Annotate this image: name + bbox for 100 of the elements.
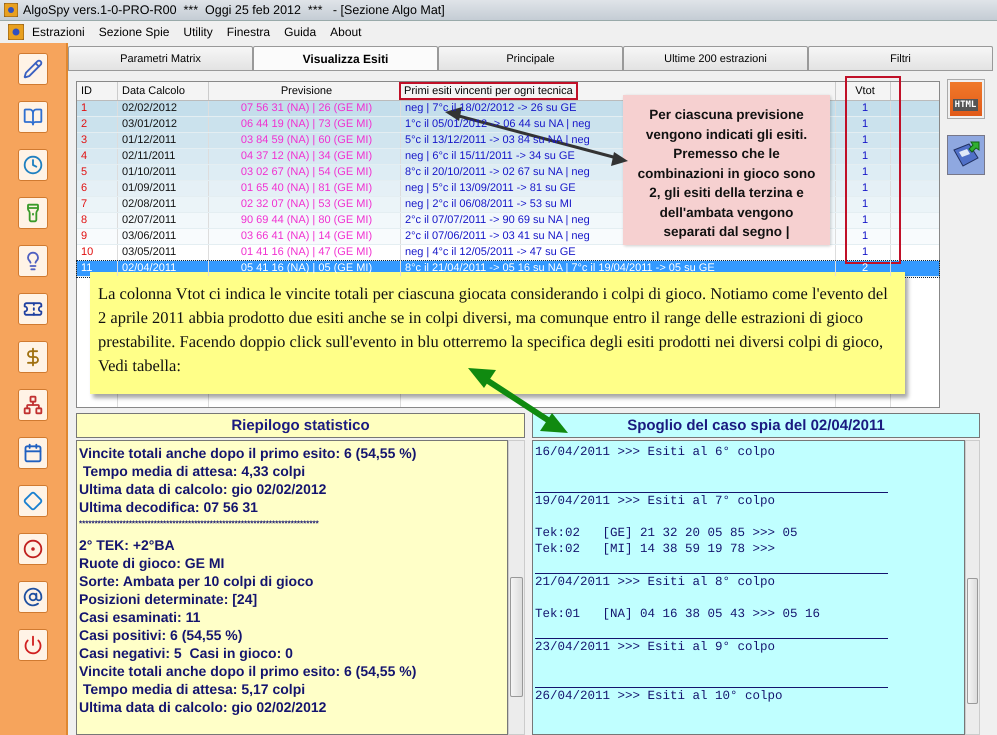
table-cell: 8 — [77, 213, 118, 228]
table-cell: 06 44 19 (NA) | 73 (GE MI) — [209, 117, 401, 132]
tool-button[interactable] — [18, 293, 48, 325]
menu-item[interactable]: Estrazioni — [26, 23, 91, 41]
summary-line: Casi negativi: 5 Casi in gioco: 0 — [79, 644, 294, 662]
save-button[interactable] — [946, 135, 984, 175]
entry-line: Tek:02 [GE] 21 32 20 05 85 >>> 05 — [535, 525, 799, 541]
tool-button[interactable] — [18, 533, 48, 565]
tool-button[interactable] — [18, 581, 48, 613]
table-cell: 1 — [836, 197, 891, 212]
menu-item[interactable]: Sezione Spie — [92, 23, 176, 41]
menu-item[interactable]: Finestra — [220, 23, 276, 41]
network-icon — [23, 395, 43, 415]
entry-line: Tek:01 [NA] 04 16 38 05 43 >>> 05 16 — [535, 606, 822, 622]
table-cell: 1 — [836, 149, 891, 164]
entry-heading: 21/04/2011 >>> Esiti al 8° colpo — [535, 574, 776, 590]
pencil-icon — [23, 59, 43, 79]
table-cell: 3 — [77, 133, 118, 148]
window-title: AlgoSpy vers.1-0-PRO-R00 *** Oggi 25 feb 2012 *** - [Sezione Algo Mat] — [23, 3, 445, 17]
table-cell: 01/09/2011 — [118, 181, 209, 196]
panel-title: Riepilogo statistico — [76, 413, 525, 438]
table-cell: 02/08/2011 — [118, 197, 209, 212]
tool-button[interactable] — [18, 389, 48, 421]
table-cell: 1 — [836, 229, 891, 244]
summary-line: Sorte: Ambata per 10 colpi di gioco — [79, 572, 314, 590]
summary-line: ***************************************************************************** — [79, 518, 320, 530]
tab[interactable]: Filtri — [808, 46, 993, 70]
table-cell: 04 37 12 (NA) | 34 (GE MI) — [209, 149, 401, 164]
summary-line: Posizioni determinate: [24] — [79, 590, 258, 608]
table-cell: 03 66 41 (NA) | 14 (GE MI) — [209, 229, 401, 244]
tool-button[interactable] — [18, 341, 48, 373]
column-header[interactable]: ID — [81, 85, 92, 97]
menu-item[interactable]: About — [324, 23, 368, 41]
tool-button[interactable] — [18, 101, 48, 133]
html-export-button[interactable]: HTML — [946, 79, 984, 119]
table-cell: 1 — [836, 213, 891, 228]
table-cell: 03 02 67 (NA) | 54 (GE MI) — [209, 165, 401, 180]
table-row[interactable]: 10 03/05/2011 01 41 16 (NA) | 47 (GE MI) neg | 4°c il 12/05/2011 -> 47 su GE 1 — [77, 245, 939, 261]
tool-button[interactable] — [18, 437, 48, 469]
book-icon — [23, 107, 43, 127]
tool-button[interactable] — [18, 245, 48, 277]
table-cell: 4 — [77, 149, 118, 164]
table-cell: 1 — [836, 181, 891, 196]
table-cell: 90 69 44 (NA) | 80 (GE MI) — [209, 213, 401, 228]
tool-button[interactable] — [18, 53, 48, 85]
table-cell: 1 — [77, 101, 118, 116]
summary-line: Tempo media di attesa: 5,17 colpi — [82, 680, 306, 698]
column-header[interactable]: Vtot — [855, 85, 875, 97]
entry-heading: 26/04/2011 >>> Esiti al 10° colpo — [535, 688, 784, 704]
scrollbar[interactable] — [965, 440, 980, 735]
app-icon — [4, 3, 18, 17]
summary-line: Ultima data di calcolo: gio 02/02/2012 — [79, 698, 328, 716]
table-cell: 1 — [836, 101, 891, 116]
table-cell: 2 — [77, 117, 118, 132]
summary-line: Ruote di gioco: GE MI — [79, 554, 226, 572]
summary-line: Ultima decodifica: 07 56 31 — [79, 498, 259, 516]
table-cell: 07 56 31 (NA) | 26 (GE MI) — [209, 101, 401, 116]
entry-heading: 19/04/2011 >>> Esiti al 7° colpo — [535, 493, 776, 509]
tool-button[interactable] — [18, 485, 48, 517]
menu-item[interactable]: Guida — [278, 23, 322, 41]
table-cell: 7 — [77, 197, 118, 212]
table-cell: 01 65 40 (NA) | 81 (GE MI) — [209, 181, 401, 196]
table-cell: 01/10/2011 — [118, 165, 209, 180]
tab[interactable]: Parametri Matrix — [68, 46, 253, 70]
calendar-icon — [23, 443, 43, 463]
app-menu-icon[interactable] — [8, 24, 24, 40]
power-icon — [23, 635, 43, 655]
comment-tooltip: La colonna Vtot ci indica le vincite totali per ciascuna giocata considerando i colpi di gioco. Notiamo come l'evento del 2 aprile 2011 abbia prodotto due esiti anche se in colpi diversi, ma comunque entro il range delle estrazioni di gioco prestabilite. Facendo doppio click sull'evento in blu otterremo la specifica degli esiti prodotti nei diversi colpi di gioco, Vedi tabella: — [90, 272, 905, 394]
column-header[interactable]: Data Calcolo — [122, 85, 185, 97]
tab[interactable]: Visualizza Esiti — [253, 46, 438, 70]
table-cell: 1 — [836, 117, 891, 132]
tab[interactable]: Principale — [438, 46, 623, 70]
table-cell: 1 — [836, 165, 891, 180]
table-cell: 9 — [77, 229, 118, 244]
table-cell: 02/11/2011 — [118, 149, 209, 164]
at-sign-icon — [23, 587, 43, 607]
column-header[interactable]: Primi esiti vincenti per ogni tecnica — [399, 82, 578, 100]
summary-line: Casi esaminati: 11 — [79, 608, 202, 626]
table-cell: 02 32 07 (NA) | 53 (GE MI) — [209, 197, 401, 212]
diamond-icon — [23, 491, 43, 511]
tool-button[interactable] — [18, 629, 48, 661]
clock-icon — [23, 155, 43, 175]
table-cell: 5 — [77, 165, 118, 180]
summary-line: Casi positivi: 6 (54,55 %) — [79, 626, 244, 644]
table-cell: 1 — [836, 133, 891, 148]
table-cell: 02/02/2012 — [118, 101, 209, 116]
column-header[interactable]: Previsione — [280, 85, 332, 97]
entry-heading: 23/04/2011 >>> Esiti al 9° colpo — [535, 639, 776, 655]
scroll-thumb[interactable] — [510, 577, 523, 697]
tool-button[interactable] — [18, 149, 48, 181]
tab[interactable]: Ultime 200 estrazioni — [623, 46, 808, 70]
summary-line: Tempo media di attesa: 4,33 colpi — [82, 462, 306, 480]
summary-line: 2° TEK: +2°BA — [79, 536, 176, 554]
table-cell: 6 — [77, 181, 118, 196]
table-cell: 01/12/2011 — [118, 133, 209, 148]
scrollbar[interactable] — [508, 440, 525, 735]
summary-line: Vincite totali anche dopo il primo esito: 6 (54,55 %) — [79, 662, 418, 680]
entry-line: Tek:02 [MI] 14 38 59 19 78 >>> — [535, 541, 776, 557]
scroll-thumb[interactable] — [967, 578, 978, 704]
menu-item[interactable]: Utility — [177, 23, 219, 41]
